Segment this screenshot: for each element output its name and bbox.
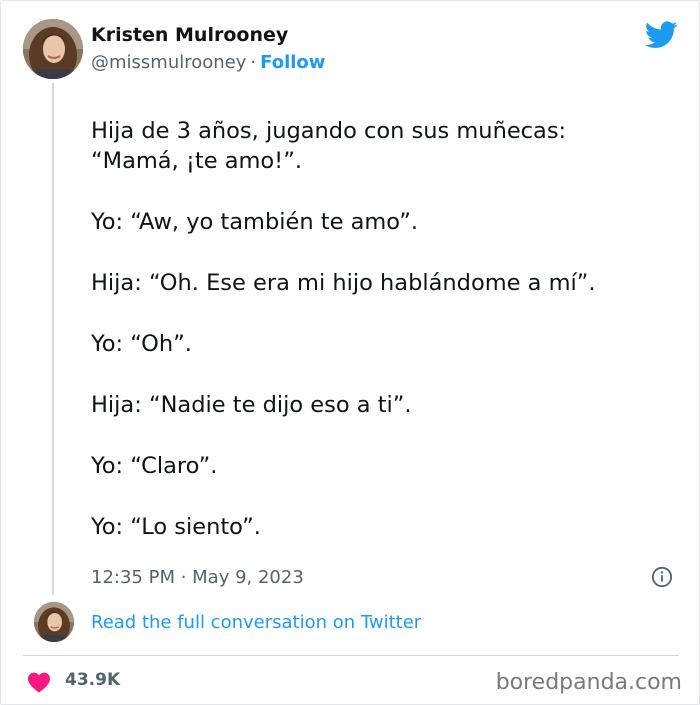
author-handle-row: @missmulrooney · Follow xyxy=(91,52,325,73)
tweet-text: Hija de 3 años, jugando con sus muñecas:… xyxy=(91,116,671,573)
avatar-image xyxy=(34,602,74,642)
tweet-line: Yo: “Aw, yo también te amo”. xyxy=(91,209,419,235)
author-handle[interactable]: @missmulrooney xyxy=(91,52,246,73)
tweet-line: “Mamá, ¡te amo!”. xyxy=(91,148,303,174)
tweet-line: Yo: “Lo siento”. xyxy=(91,514,261,540)
follow-button[interactable]: Follow xyxy=(260,52,325,73)
tweet-line: Yo: “Oh”. xyxy=(91,331,192,357)
boredpanda-watermark: boredpanda.com xyxy=(495,670,682,695)
separator: · xyxy=(250,52,257,73)
tweet-timestamp[interactable]: 12:35 PM · May 9, 2023 xyxy=(91,567,304,588)
info-icon[interactable] xyxy=(651,566,673,588)
heart-icon[interactable] xyxy=(27,671,51,693)
reply-avatar[interactable] xyxy=(34,602,74,642)
tweet-line: Yo: “Claro”. xyxy=(91,453,218,479)
author-avatar[interactable] xyxy=(23,19,83,79)
tweet-line: Hija: “Nadie te dijo eso a ti”. xyxy=(91,392,412,418)
thread-line xyxy=(52,83,54,595)
like-count: 43.9K xyxy=(65,670,121,690)
tweet-line: Hija de 3 años, jugando con sus muñecas: xyxy=(91,118,567,144)
tweet-line: Hija: “Oh. Ese era mi hijo hablándome a … xyxy=(91,270,596,296)
twitter-bird-icon[interactable] xyxy=(645,21,678,49)
read-conversation-link[interactable]: Read the full conversation on Twitter xyxy=(91,612,421,633)
tweet-embed-card: Kristen Mulrooney @missmulrooney · Follow … xyxy=(0,0,700,705)
divider xyxy=(23,655,679,656)
avatar-image xyxy=(23,19,83,79)
author-name[interactable]: Kristen Mulrooney xyxy=(91,24,288,46)
